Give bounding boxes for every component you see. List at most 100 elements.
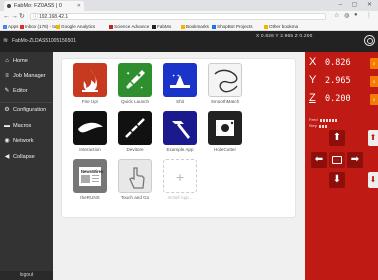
bookmark-label: Apps (8, 24, 19, 29)
newspaper-icon: NewsWirex (73, 159, 107, 193)
sidebar: logout ⌂ Home ≡ Job Manager ✎ Editor ⚙ Configur… (0, 52, 53, 280)
collapse-icon: ◀ (4, 154, 10, 160)
bookmark-icon (264, 24, 268, 29)
app-tile[interactable]: HoleCutter (205, 111, 245, 152)
close-icon[interactable]: ✕ (77, 1, 81, 11)
app-tile[interactable]: ✦ ✦ Quick Launch (115, 63, 155, 104)
jog-up-button[interactable]: ⬆ (329, 130, 345, 146)
svg-text:NewsWirex: NewsWirex (81, 169, 104, 174)
bookmark-item[interactable]: Science Advance (109, 24, 149, 29)
reload-icon[interactable]: ↻ (19, 12, 25, 21)
bookmark-icon (212, 24, 216, 29)
sidebar-item-label: Editor (13, 88, 28, 94)
user-circle-icon[interactable] (364, 35, 375, 46)
fabmo-browser-window: FabMo: FZ0AS5 | 0 ✕ – ▢ ✕ ← → ↻ ⓘ 192.16… (0, 0, 378, 280)
axis-label: X (309, 56, 317, 68)
app-label: Fire Up! (81, 99, 99, 104)
z-down-button[interactable]: ⬇ (368, 172, 378, 188)
browser-tab[interactable]: FabMo: FZ0AS5 | 0 ✕ (4, 1, 84, 11)
sidebar-item-label: Collapse (13, 154, 35, 160)
window-controls[interactable]: – ▢ ✕ (339, 1, 376, 8)
url-input[interactable]: ⓘ 192.168.42.1 (30, 13, 326, 20)
bookmark-item[interactable]: FabMo (152, 24, 171, 29)
sidebar-item-editor[interactable]: ✎ Editor (0, 84, 53, 98)
bookmark-item[interactable]: Inbox (178) - tool (20, 24, 60, 29)
url-text: 192.168.42.1 (39, 14, 69, 20)
axis-label: Y (309, 74, 317, 86)
step-label: Step (309, 124, 317, 128)
sidebar-item-label: Macros (13, 123, 32, 129)
step-line: Step (309, 124, 327, 128)
app-tile[interactable]: Devitore (115, 111, 155, 152)
star-icon[interactable]: ☆ (334, 12, 339, 19)
add-icon: + (163, 159, 197, 193)
main-content: Fire Up! ✦ ✦ Quick Launch ✦ ✦ Shit SmoothMatch… (53, 52, 305, 280)
bookmark-icon (181, 24, 185, 29)
profile-icon[interactable]: ● (354, 12, 358, 18)
jog-down-button[interactable]: ⬇ (329, 172, 345, 188)
sidebar-item-home[interactable]: ⌂ Home (0, 54, 53, 68)
jog-center-button[interactable] (329, 152, 345, 168)
bookmark-label: ShopBot Projects (217, 24, 253, 29)
bookmark-label: Science Advance (114, 24, 150, 29)
app-tile[interactable]: SmoothMatch (205, 63, 245, 104)
browser-tab-strip: FabMo: FZ0AS5 | 0 ✕ – ▢ ✕ (0, 0, 378, 11)
bookmark-label: Other bookma (269, 24, 299, 29)
app-tile[interactable]: Example App (160, 111, 200, 152)
app-tile[interactable]: ✦ ✦ Shit (160, 63, 200, 104)
bookmark-icon (56, 24, 60, 29)
sled-icon: ✦ ✦ (163, 63, 197, 97)
sidebar-item-macros[interactable]: ▬ Macros (0, 119, 53, 133)
app-tile[interactable]: Interaction (70, 111, 110, 152)
jog-panel: Feed Step ⬆ ⬅ ➡ ⬇ ⬆ ⬇ X 0.826 0 Y 2.965 0 Z 0.2… (305, 52, 378, 280)
bookmark-item[interactable]: ShopBot Projects (212, 24, 253, 29)
svg-text:✦ ✦: ✦ ✦ (172, 73, 180, 78)
axis-zero-button[interactable]: 0 (370, 94, 378, 105)
axis-value: 0.200 (325, 94, 351, 104)
sidebar-item-job-manager[interactable]: ≡ Job Manager (0, 69, 53, 83)
z-up-button[interactable]: ⬆ (368, 130, 378, 146)
bookmark-icon (20, 24, 24, 29)
app-label: Shit (176, 99, 184, 104)
axis-row-x: X 0.826 0 (309, 56, 378, 70)
wing-icon (73, 111, 107, 145)
bookmark-label: FabMo (157, 24, 172, 29)
logout-button[interactable]: logout (0, 271, 53, 280)
axis-zero-button[interactable]: 0 (370, 58, 378, 69)
app-label: theRUNS (80, 195, 100, 200)
home-icon: ⌂ (5, 58, 9, 64)
back-icon[interactable]: ← (3, 12, 10, 21)
bookmark-item[interactable]: Other bookma (264, 24, 298, 29)
app-header: ≋ FabMo-ZLDAS51005156501 X 0.826 Y 2.965… (0, 31, 378, 52)
axis-value: 2.965 (325, 76, 351, 86)
menu-icon[interactable]: ⋮ (366, 12, 372, 19)
fire-icon (73, 63, 107, 97)
sidebar-item-label: Configuration (13, 107, 47, 113)
app-tile[interactable]: Fire Up! (70, 63, 110, 104)
extension-icon[interactable]: ◍ (344, 12, 349, 19)
axis-zero-button[interactable]: 0 (370, 76, 378, 87)
sidebar-item-configuration[interactable]: ⚙ Configuration (0, 102, 53, 116)
install-app-button[interactable]: + Install App... (160, 159, 200, 200)
hole-cutter-icon (208, 111, 242, 145)
jog-left-button[interactable]: ⬅ (311, 152, 327, 168)
bookmark-item[interactable]: Bookmarks (181, 24, 209, 29)
wifi-icon: ≋ (3, 38, 9, 44)
info-icon: ⓘ (33, 14, 39, 20)
bookmark-item[interactable]: Apps (3, 24, 18, 29)
sidebar-item-label: Job Manager (13, 73, 46, 79)
svg-text:+: + (176, 169, 184, 185)
pencil-icon: ✎ (4, 88, 10, 94)
jog-right-button[interactable]: ➡ (347, 152, 363, 168)
bookmark-item[interactable]: Google Analytics (56, 24, 95, 29)
app-label: Touch and Go (120, 195, 150, 200)
sidebar-item-collapse[interactable]: ◀ Collapse (0, 150, 53, 164)
touch-hand-icon (118, 159, 152, 193)
sidebar-item-network[interactable]: ◉ Network (0, 134, 53, 148)
app-tile[interactable]: NewsWirex theRUNS (70, 159, 110, 200)
app-tile[interactable]: Touch and Go (115, 159, 155, 200)
app-label: Quick Launch (120, 99, 150, 104)
forward-icon[interactable]: → (11, 12, 18, 21)
bookmark-label: Bookmarks (186, 24, 209, 29)
bookmark-label: Google Analytics (61, 24, 96, 29)
